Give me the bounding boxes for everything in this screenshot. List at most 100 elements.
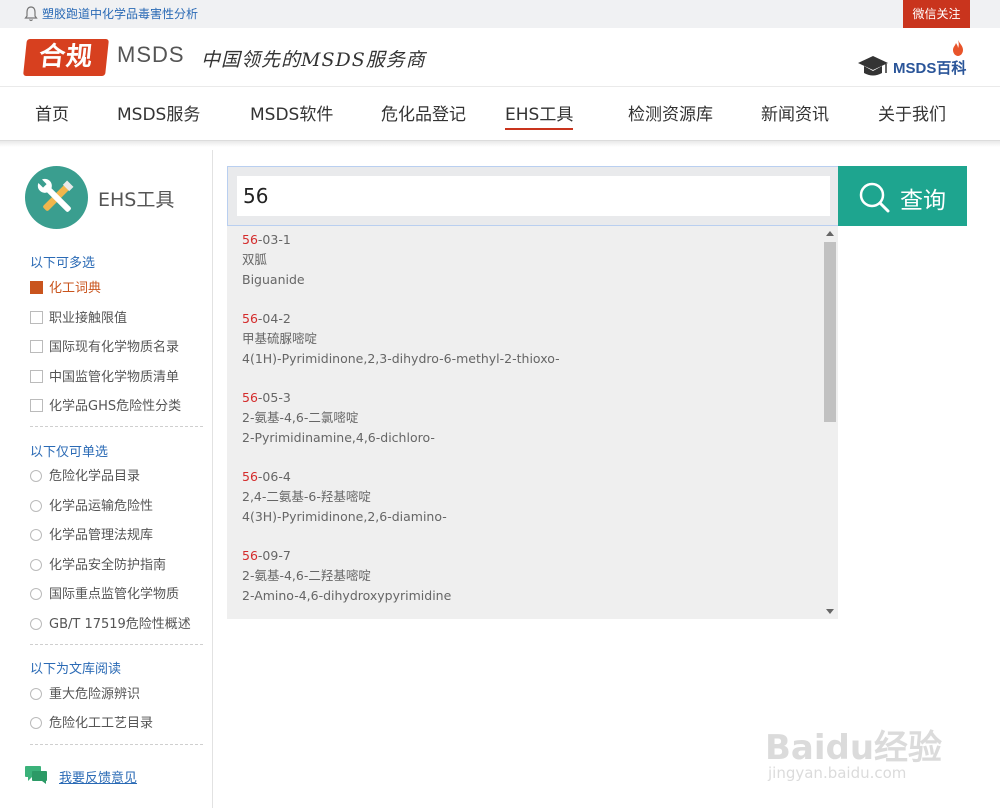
suggestion-cas: 56-05-3 bbox=[242, 390, 291, 405]
radio-button[interactable] bbox=[30, 717, 42, 729]
search-button-label: 查询 bbox=[900, 188, 946, 214]
scroll-down-icon[interactable] bbox=[826, 609, 834, 614]
suggestion-cas: 56-09-7 bbox=[242, 548, 291, 563]
radio-button[interactable] bbox=[30, 500, 42, 512]
suggestion-en-name: 4(1H)-Pyrimidinone,2,3-dihydro-6-methyl-… bbox=[242, 351, 560, 366]
option-label: 化学品管理法规库 bbox=[49, 528, 154, 543]
checkbox[interactable] bbox=[30, 399, 43, 412]
option-label: 职业接触限值 bbox=[49, 311, 128, 326]
nav-item-testing-resources[interactable]: 检测资源库 bbox=[628, 100, 713, 125]
main-nav: 首页 MSDS服务 MSDS软件 危化品登记 EHS工具 检测资源库 新闻资讯 … bbox=[0, 86, 1000, 136]
checkbox[interactable] bbox=[30, 340, 43, 353]
feedback-label: 我要反馈意见 bbox=[59, 771, 138, 786]
section-divider bbox=[30, 426, 203, 427]
chat-bubble-icon bbox=[25, 766, 47, 784]
graduation-cap-icon bbox=[858, 56, 888, 76]
option-major-hazard-identification[interactable]: 重大危险源辨识 bbox=[30, 683, 140, 702]
multi-select-title: 以下可多选 bbox=[30, 256, 96, 271]
suggestion-item[interactable]: 56-09-7 2-氨基-4,6-二羟基嘧啶 2-Amino-4,6-dihyd… bbox=[242, 546, 451, 606]
radio-button[interactable] bbox=[30, 688, 42, 700]
dropdown-scrollbar[interactable] bbox=[822, 226, 838, 619]
suggestion-en-name: 2-Pyrimidinamine,4,6-dichloro- bbox=[242, 430, 435, 445]
suggestion-en-name: 4(3H)-Pyrimidinone,2,6-diamino- bbox=[242, 509, 447, 524]
nav-item-ehs-tools[interactable]: EHS工具 bbox=[505, 100, 574, 130]
option-hazardous-process-catalog[interactable]: 危险化工工艺目录 bbox=[30, 712, 153, 731]
top-bar: 塑胶跑道中化学品毒害性分析 微信关注 bbox=[0, 0, 1000, 28]
option-china-regulated-list[interactable]: 中国监管化学物质清单 bbox=[30, 366, 179, 385]
suggestion-en-name: Biguanide bbox=[242, 272, 305, 287]
search-icon bbox=[859, 182, 890, 213]
nav-item-home[interactable]: 首页 bbox=[35, 100, 69, 125]
site-slogan: 中国领先的MSDS服务商 bbox=[201, 49, 426, 71]
search-box bbox=[227, 166, 839, 226]
option-ghs-classification[interactable]: 化学品GHS危险性分类 bbox=[30, 395, 181, 414]
option-hazardous-chemicals-catalog[interactable]: 危险化学品目录 bbox=[30, 465, 140, 484]
option-label: 危险化工工艺目录 bbox=[49, 716, 154, 731]
option-label: 危险化学品目录 bbox=[49, 469, 141, 484]
baidu-watermark: Baidu经验 jingyan.baidu.com bbox=[765, 700, 965, 790]
nav-item-msds-service[interactable]: MSDS服务 bbox=[117, 100, 200, 125]
suggestion-cas: 56-06-4 bbox=[242, 469, 291, 484]
option-transport-hazard[interactable]: 化学品运输危险性 bbox=[30, 495, 153, 514]
wrench-screwdriver-icon bbox=[25, 166, 88, 229]
option-label: 化学品安全防护指南 bbox=[49, 558, 167, 573]
option-international-key-substances[interactable]: 国际重点监管化学物质 bbox=[30, 583, 179, 602]
suggestion-en-name: 2-Amino-4,6-dihydroxypyrimidine bbox=[242, 588, 452, 603]
watermark-main: Baidu经验 bbox=[765, 728, 943, 768]
checkbox-checked[interactable] bbox=[30, 281, 43, 294]
suggestion-cn-name: 甲基硫脲嘧啶 bbox=[242, 331, 318, 346]
flame-icon bbox=[953, 40, 963, 56]
nav-item-news[interactable]: 新闻资讯 bbox=[761, 100, 829, 125]
suggestion-item[interactable]: 56-05-3 2-氨基-4,6-二氯嘧啶 2-Pyrimidinamine,4… bbox=[242, 388, 435, 448]
suggestion-item[interactable]: 56-04-2 甲基硫脲嘧啶 4(1H)-Pyrimidinone,2,3-di… bbox=[242, 309, 560, 369]
suggestion-cn-name: 2-氨基-4,6-二羟基嘧啶 bbox=[242, 568, 371, 583]
nav-item-msds-software[interactable]: MSDS软件 bbox=[250, 100, 333, 125]
option-label: 化工词典 bbox=[49, 281, 102, 296]
site-logo[interactable]: 合规 bbox=[23, 39, 109, 76]
search-input[interactable] bbox=[237, 176, 830, 216]
feedback-link[interactable]: 我要反馈意见 bbox=[25, 764, 205, 786]
option-chemical-dictionary[interactable]: 化工词典 bbox=[30, 277, 101, 296]
watermark-sub: jingyan.baidu.com bbox=[768, 764, 907, 782]
option-label: 化学品GHS危险性分类 bbox=[49, 399, 182, 414]
option-international-inventory[interactable]: 国际现有化学物质名录 bbox=[30, 336, 179, 355]
suggestion-cn-name: 2-氨基-4,6-二氯嘧啶 bbox=[242, 410, 359, 425]
checkbox[interactable] bbox=[30, 311, 43, 324]
option-regulations-library[interactable]: 化学品管理法规库 bbox=[30, 524, 153, 543]
suggestion-cas: 56-04-2 bbox=[242, 311, 291, 326]
section-divider bbox=[30, 644, 203, 645]
radio-button[interactable] bbox=[30, 618, 42, 630]
radio-button[interactable] bbox=[30, 470, 42, 482]
search-button[interactable]: 查询 bbox=[838, 166, 967, 226]
option-label: 中国监管化学物质清单 bbox=[49, 370, 180, 385]
nav-item-about-us[interactable]: 关于我们 bbox=[878, 100, 946, 125]
option-gbt-17519[interactable]: GB/T 17519危险性概述 bbox=[30, 613, 191, 632]
nav-item-hazard-registration[interactable]: 危化品登记 bbox=[381, 100, 466, 125]
option-safety-protection-guide[interactable]: 化学品安全防护指南 bbox=[30, 554, 166, 573]
scroll-up-icon[interactable] bbox=[826, 231, 834, 236]
option-label: 化学品运输危险性 bbox=[49, 499, 154, 514]
section-divider bbox=[30, 744, 203, 745]
suggestion-item[interactable]: 56-06-4 2,4-二氨基-6-羟基嘧啶 4(3H)-Pyrimidinon… bbox=[242, 467, 447, 527]
suggestion-cn-name: 2,4-二氨基-6-羟基嘧啶 bbox=[242, 489, 371, 504]
option-occupational-exposure-limits[interactable]: 职业接触限值 bbox=[30, 307, 127, 326]
header-divider bbox=[0, 140, 1000, 147]
option-label: GB/T 17519危险性概述 bbox=[49, 617, 191, 632]
radio-button[interactable] bbox=[30, 559, 42, 571]
radio-button[interactable] bbox=[30, 529, 42, 541]
top-notice-link[interactable]: 塑胶跑道中化学品毒害性分析 bbox=[42, 6, 198, 22]
bell-icon bbox=[24, 6, 38, 22]
option-label: 重大危险源辨识 bbox=[49, 687, 141, 702]
scrollbar-thumb[interactable] bbox=[824, 242, 836, 422]
single-select-title: 以下仅可单选 bbox=[30, 445, 109, 460]
library-title: 以下为文库阅读 bbox=[30, 662, 122, 677]
suggestion-item[interactable]: 56-03-1 双胍 Biguanide bbox=[242, 230, 305, 290]
autocomplete-dropdown: 56-03-1 双胍 Biguanide 56-04-2 甲基硫脲嘧啶 4(1H… bbox=[227, 226, 838, 619]
checkbox[interactable] bbox=[30, 370, 43, 383]
radio-button[interactable] bbox=[30, 588, 42, 600]
msds-baike-link[interactable]: MSDS百科 bbox=[857, 40, 969, 80]
baike-label: MSDS百科 bbox=[893, 60, 967, 77]
wechat-follow-button[interactable]: 微信关注 bbox=[903, 0, 970, 28]
logo-msds-text: MSDS bbox=[117, 42, 185, 67]
suggestion-cas: 56-03-1 bbox=[242, 232, 291, 247]
